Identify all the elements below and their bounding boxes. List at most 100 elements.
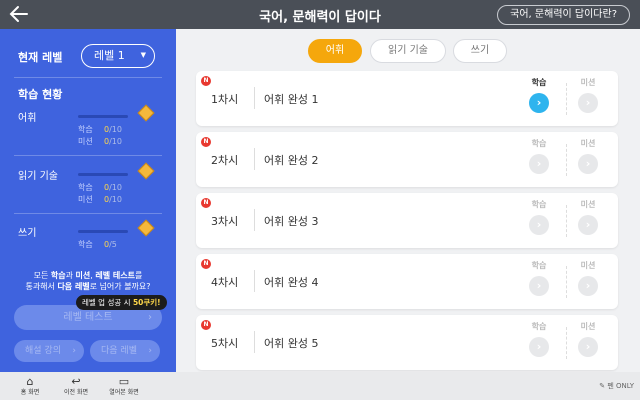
commentary-button[interactable]: 해설 강의 ›	[14, 340, 84, 362]
home-button[interactable]: ⌂ 홈 화면	[10, 376, 50, 396]
stat-label: 학습	[78, 183, 93, 192]
stat-total: /10	[109, 137, 122, 146]
stat-total: /10	[109, 183, 122, 192]
recent-apps-button[interactable]: ▭ 열어본 화면	[102, 376, 146, 396]
study-stat: 학습 0/5	[78, 239, 138, 250]
lesson-session: 3차시	[211, 215, 239, 228]
divider	[254, 331, 255, 353]
chevron-right-icon: ›	[148, 346, 152, 356]
divider	[566, 83, 567, 115]
nav-label: 홈	[20, 389, 27, 396]
progress-title: 학습 현황	[18, 88, 63, 101]
back-icon: ↩	[71, 375, 81, 388]
study-go-button[interactable]: ›	[529, 276, 549, 296]
notice-bold: 학습	[50, 271, 66, 280]
divider	[254, 270, 255, 292]
subject-name: 읽기 기술	[18, 171, 58, 182]
notice-text: 를	[134, 271, 143, 280]
divider	[566, 266, 567, 298]
notice-bold: 다음 레벨	[57, 282, 90, 291]
badge-highlight: 50쿠키!	[132, 298, 161, 307]
notice-text: 통과해서	[25, 282, 58, 291]
notice-bold: 레벨 테스트	[95, 271, 135, 280]
pen-only-indicator[interactable]: ✎ 펜 ONLY	[599, 381, 634, 391]
cookie-icon	[137, 219, 155, 237]
home-icon: ⌂	[26, 375, 34, 388]
progress-bar	[78, 230, 128, 233]
mission-go-button[interactable]: ›	[578, 337, 598, 357]
level-select-value: 레벨 1	[94, 49, 125, 62]
nav-label: 화면	[76, 389, 88, 396]
divider	[566, 144, 567, 176]
mission-go-button[interactable]: ›	[578, 215, 598, 235]
mission-go-button[interactable]: ›	[578, 93, 598, 113]
tab-reading[interactable]: 읽기 기술	[370, 39, 446, 63]
lesson-title: 어휘 완성 5	[264, 337, 319, 350]
subject-name: 어휘	[18, 113, 37, 124]
mission-stat: 미션 0/10	[78, 136, 138, 147]
divider	[14, 155, 162, 156]
mission-column: 미션 ›	[573, 138, 603, 174]
tab-writing[interactable]: 쓰기	[453, 39, 507, 63]
lesson-card[interactable]: N 1차시 어휘 완성 1 학습 › 미션 ›	[196, 71, 618, 126]
next-level-button[interactable]: 다음 레벨 ›	[90, 340, 160, 362]
current-level-label: 현재 레벨	[18, 51, 63, 64]
mission-label: 미션	[580, 139, 596, 148]
divider	[566, 205, 567, 237]
lesson-title: 어휘 완성 4	[264, 276, 319, 289]
study-go-button[interactable]: ›	[529, 154, 549, 174]
study-label: 학습	[531, 78, 547, 87]
cookie-icon	[137, 162, 155, 180]
study-column: 학습 ›	[524, 321, 554, 357]
lesson-session: 2차시	[211, 154, 239, 167]
lesson-card[interactable]: N 4차시 어휘 완성 4 학습 › 미션 ›	[196, 254, 618, 309]
divider	[254, 209, 255, 231]
back-button[interactable]: ↩ 이전 화면	[56, 376, 96, 396]
stat-total: /5	[109, 240, 117, 249]
new-badge: N	[201, 320, 211, 330]
new-badge: N	[201, 137, 211, 147]
sidebar: 현재 레벨 레벨 1 ▼ 학습 현황 어휘 학습 0/10 미션 0/10 읽기 기…	[0, 29, 176, 372]
study-column: 학습 ›	[524, 199, 554, 235]
stat-total: /10	[109, 195, 122, 204]
study-go-button[interactable]: ›	[529, 337, 549, 357]
mission-column: 미션 ›	[573, 199, 603, 235]
about-button[interactable]: 국어, 문해력이 답이다란?	[497, 5, 630, 25]
pen-only-label: 펜 ONLY	[607, 382, 634, 390]
top-bar: 국어, 문해력이 답이다 국어, 문해력이 답이다란?	[0, 0, 640, 29]
commentary-label: 해설 강의	[25, 346, 61, 356]
badge-text: 레벨 업 성공 시	[82, 298, 133, 307]
mission-column: 미션 ›	[573, 260, 603, 296]
lesson-card[interactable]: N 2차시 어휘 완성 2 학습 › 미션 ›	[196, 132, 618, 187]
main-content: 어휘 읽기 기술 쓰기 N 1차시 어휘 완성 1 학습 › 미션 › N 2차시 어휘 완성 2…	[176, 29, 640, 372]
mission-go-button[interactable]: ›	[578, 276, 598, 296]
progress-bar	[78, 173, 128, 176]
lesson-card[interactable]: N 3차시 어휘 완성 3 학습 › 미션 ›	[196, 193, 618, 248]
subject-name: 쓰기	[18, 228, 37, 239]
chevron-right-icon: ›	[72, 346, 76, 356]
study-column: 학습 ›	[524, 138, 554, 174]
nav-label: 화면	[28, 389, 40, 396]
study-column: 학습 ›	[524, 77, 554, 113]
notice-text: 로 넘어가 볼까요?	[89, 282, 151, 291]
system-nav-bar: ⌂ 홈 화면 ↩ 이전 화면 ▭ 열어본 화면 ✎ 펜 ONLY	[0, 372, 640, 400]
mission-column: 미션 ›	[573, 77, 603, 113]
mission-column: 미션 ›	[573, 321, 603, 357]
study-go-button[interactable]: ›	[529, 93, 549, 113]
mission-go-button[interactable]: ›	[578, 154, 598, 174]
stat-label: 학습	[78, 125, 93, 134]
study-go-button[interactable]: ›	[529, 215, 549, 235]
lesson-card[interactable]: N 5차시 어휘 완성 5 학습 › 미션 ›	[196, 315, 618, 370]
study-label: 학습	[531, 322, 547, 331]
tab-vocabulary[interactable]: 어휘	[308, 39, 362, 63]
level-select[interactable]: 레벨 1 ▼	[81, 44, 155, 68]
lesson-session: 5차시	[211, 337, 239, 350]
lesson-session: 4차시	[211, 276, 239, 289]
notice-bold: 미션	[75, 271, 91, 280]
stat-total: /10	[109, 125, 122, 134]
study-label: 학습	[531, 261, 547, 270]
new-badge: N	[201, 198, 211, 208]
study-stat: 학습 0/10	[78, 124, 138, 135]
tab-bar: 어휘 읽기 기술 쓰기	[176, 39, 640, 63]
lesson-session: 1차시	[211, 93, 239, 106]
